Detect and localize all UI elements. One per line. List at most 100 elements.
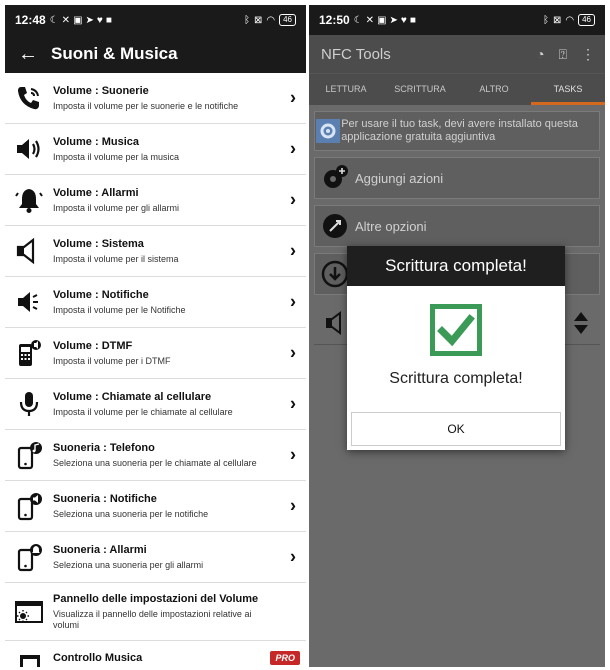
- setting-subtitle: Seleziona una suoneria per gli allarmi: [53, 560, 204, 570]
- bell-icon: [5, 185, 53, 215]
- notice-card[interactable]: Per usare il tuo task, devi avere instal…: [314, 111, 600, 151]
- setting-volume-suonerie[interactable]: Volume : Suonerie Imposta il volume per …: [5, 73, 306, 124]
- chevron-right-icon: ›: [290, 87, 296, 108]
- chevron-right-icon: ›: [290, 240, 296, 261]
- status-icons: ☾ ✕ ▣ ➤ ♥ ■: [50, 15, 112, 26]
- setting-volume-dtmf[interactable]: Volume : DTMF Imposta il volume per i DT…: [5, 328, 306, 379]
- right-phone-screen: 12:50 ☾ ✕ ▣ ➤ ♥ ■ ᛒ ⊠ ◠ 46 NFC Tools ◔ ⍰…: [309, 5, 605, 667]
- setting-subtitle: Imposta il volume per le chiamate al cel…: [53, 407, 233, 417]
- setting-title: Suoneria : Telefono: [53, 442, 155, 454]
- notice-text: Per usare il tuo task, devi avere instal…: [341, 118, 578, 143]
- mute-icon: ✕: [61, 14, 71, 26]
- setting-title: Volume : Musica: [53, 136, 139, 148]
- nfc-scan-icon[interactable]: ◔: [536, 46, 544, 63]
- more-options-button[interactable]: Altre opzioni: [314, 205, 600, 247]
- help-icon[interactable]: ⍰: [559, 46, 567, 63]
- tab-scrittura[interactable]: SCRITTURA: [383, 74, 457, 105]
- sim-icon: ⊠: [552, 14, 562, 26]
- setting-subtitle: Imposta il volume per i DTMF: [53, 356, 171, 366]
- setting-suoneria-allarmi[interactable]: Suoneria : Allarmi Seleziona una suoneri…: [5, 532, 306, 583]
- chevron-right-icon: ›: [290, 291, 296, 312]
- left-phone-screen: 12:48 ☾ ✕ ▣ ➤ ♥ ■ ᛒ ⊠ ◠ 46 ← Suoni & Mus…: [5, 5, 306, 667]
- app-bar: ← Suoni & Musica: [5, 35, 306, 73]
- chevron-right-icon: ›: [290, 393, 296, 414]
- phone-speaker-icon: [5, 491, 53, 521]
- music-note-icon: [5, 651, 53, 667]
- wifi-icon: ◠: [266, 14, 276, 26]
- setting-title: Suoneria : Allarmi: [53, 544, 147, 556]
- setting-subtitle: Imposta il volume per le Notifiche: [53, 305, 186, 315]
- square-icon: ■: [105, 14, 112, 26]
- appbar-actions: ◔ ⍰ ⋮: [536, 46, 605, 63]
- square-icon: ■: [409, 14, 416, 26]
- setting-subtitle: Imposta il volume per le suonerie e le n…: [53, 101, 239, 111]
- arrow-icon: ➤: [389, 14, 398, 26]
- chevron-right-icon: ›: [290, 495, 296, 516]
- bluetooth-icon: ᛒ: [542, 14, 549, 26]
- setting-volume-notifiche[interactable]: Volume : Notifiche Imposta il volume per…: [5, 277, 306, 328]
- status-bar: 12:50 ☾ ✕ ▣ ➤ ♥ ■ ᛒ ⊠ ◠ 46: [309, 5, 605, 35]
- dialpad-phone-icon: [5, 338, 53, 368]
- speaker-outline-icon: [5, 236, 53, 266]
- setting-subtitle: Imposta il volume per la musica: [53, 152, 180, 162]
- chevron-right-icon: ›: [290, 138, 296, 159]
- setting-controllo-musica[interactable]: Controllo Musica PRO: [5, 641, 306, 667]
- setting-suoneria-notifiche[interactable]: Suoneria : Notifiche Seleziona una suone…: [5, 481, 306, 532]
- setting-pannello-volume[interactable]: Pannello delle impostazioni del Volume V…: [5, 583, 306, 641]
- setting-subtitle: Visualizza il pannello delle impostazion…: [53, 609, 252, 630]
- chevron-right-icon: ›: [290, 189, 296, 210]
- dialog-title: Scrittura completa!: [347, 246, 565, 286]
- nfc-icon: ▣: [377, 14, 387, 26]
- more-vert-icon[interactable]: ⋮: [581, 46, 595, 63]
- tab-tasks[interactable]: TASKS: [531, 74, 605, 105]
- tab-altro[interactable]: ALTRO: [457, 74, 531, 105]
- battery-icon: 46: [578, 14, 595, 26]
- setting-volume-chiamate[interactable]: Volume : Chiamate al cellulare Imposta i…: [5, 379, 306, 430]
- setting-title: Volume : Suonerie: [53, 85, 149, 97]
- reorder-arrows-icon[interactable]: [572, 310, 590, 341]
- chevron-right-icon: ›: [290, 444, 296, 465]
- pro-badge: PRO: [270, 651, 300, 665]
- sim-icon: ⊠: [253, 14, 263, 26]
- nfc-icon: ▣: [73, 14, 83, 26]
- setting-subtitle: Seleziona una suoneria per le notifiche: [53, 509, 209, 519]
- setting-title: Controllo Musica: [53, 652, 143, 664]
- tab-bar: LETTURA SCRITTURA ALTRO TASKS: [309, 73, 605, 105]
- more-options-label: Altre opzioni: [355, 218, 427, 234]
- speaker-icon: [5, 134, 53, 164]
- setting-title: Volume : Allarmi: [53, 187, 139, 199]
- back-arrow-icon[interactable]: ←: [5, 43, 51, 66]
- status-icons: ☾ ✕ ▣ ➤ ♥ ■: [354, 15, 416, 26]
- setting-subtitle: Seleziona una suoneria per le chiamate a…: [53, 458, 257, 468]
- speaker-notification-icon: [5, 287, 53, 317]
- setting-suoneria-telefono[interactable]: Suoneria : Telefono Seleziona una suoner…: [5, 430, 306, 481]
- setting-volume-musica[interactable]: Volume : Musica Imposta il volume per la…: [5, 124, 306, 175]
- setting-volume-allarmi[interactable]: Volume : Allarmi Imposta il volume per g…: [5, 175, 306, 226]
- moon-icon: ☾: [49, 14, 59, 26]
- arrow-icon: ➤: [85, 14, 94, 26]
- phone-bell-icon: [5, 542, 53, 572]
- setting-title: Suoneria : Notifiche: [53, 493, 157, 505]
- status-right: ᛒ ⊠ ◠ 46: [543, 14, 595, 26]
- setting-title: Volume : Chiamate al cellulare: [53, 391, 212, 403]
- setting-title: Volume : Sistema: [53, 238, 144, 250]
- chevron-right-icon: ›: [290, 342, 296, 363]
- app-title: NFC Tools: [321, 45, 391, 63]
- write-complete-dialog: Scrittura completa! Scrittura completa! …: [347, 246, 565, 450]
- add-actions-button[interactable]: Aggiungi azioni: [314, 157, 600, 199]
- heart-icon: ♥: [400, 14, 407, 26]
- tab-lettura[interactable]: LETTURA: [309, 74, 383, 105]
- ok-button[interactable]: OK: [351, 412, 561, 446]
- bluetooth-icon: ᛒ: [243, 14, 250, 26]
- setting-subtitle: Imposta il volume per il sistema: [53, 254, 179, 264]
- mute-icon: ✕: [365, 14, 375, 26]
- setting-volume-sistema[interactable]: Volume : Sistema Imposta il volume per i…: [5, 226, 306, 277]
- status-right: ᛒ ⊠ ◠ 46: [244, 14, 296, 26]
- gear-add-icon: [315, 164, 355, 192]
- options-icon: [315, 212, 355, 240]
- settings-list: Volume : Suonerie Imposta il volume per …: [5, 73, 306, 667]
- check-icon: [347, 304, 565, 356]
- status-time: 12:48: [15, 13, 46, 27]
- setting-title: Volume : DTMF: [53, 340, 133, 352]
- setting-title: Volume : Notifiche: [53, 289, 149, 301]
